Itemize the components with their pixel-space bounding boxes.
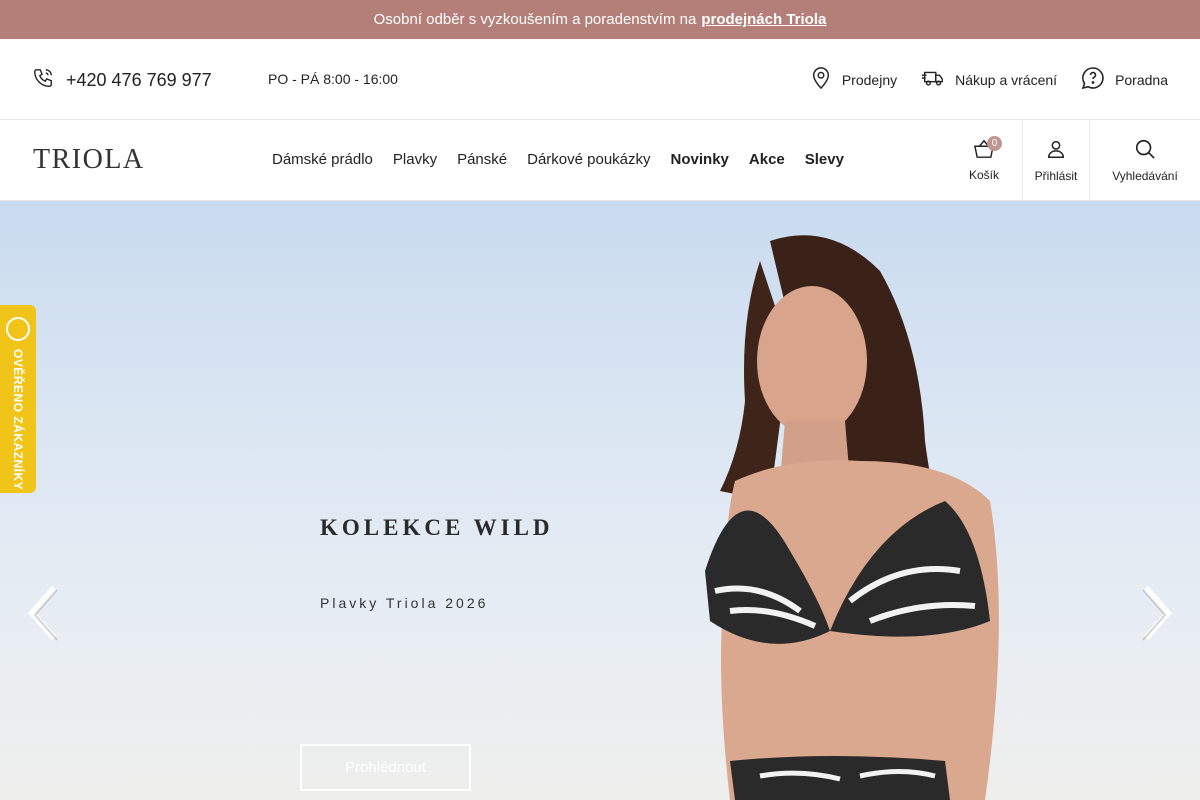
- shipping-returns-link[interactable]: Nákup a vrácení: [921, 68, 1057, 91]
- search-icon: [1134, 138, 1156, 163]
- header-actions: 0 Košík Přihlásit Vyhledávání: [956, 120, 1200, 200]
- hero-model-image: [705, 235, 999, 800]
- stores-label: Prodejny: [841, 71, 898, 88]
- menu-item-akce[interactable]: Akce: [749, 151, 785, 168]
- opening-hours: PO - PÁ 8:00 - 16:00: [268, 71, 398, 87]
- announcement-link[interactable]: prodejnách Triola: [701, 11, 826, 28]
- verified-badge-text: OVĚŘENO ZÁKAZNÍKY: [11, 349, 25, 491]
- login-label: Přihlásit: [1034, 168, 1078, 183]
- verified-seal-icon: [6, 317, 30, 341]
- phone-contact[interactable]: +420 476 769 977: [32, 67, 212, 94]
- menu-item-panske[interactable]: Pánské: [457, 151, 507, 168]
- question-bubble-icon: [1081, 66, 1105, 93]
- chevron-right-icon: [1142, 586, 1172, 641]
- main-navigation: TRIOLA Dámské prádlo Plavky Pánské Dárko…: [0, 120, 1200, 201]
- menu-item-slevy[interactable]: Slevy: [805, 151, 844, 168]
- slider-next-button[interactable]: [1136, 582, 1176, 644]
- search-button[interactable]: Vyhledávání: [1089, 120, 1200, 200]
- menu-item-darkove-poukazky[interactable]: Dárkové poukázky: [527, 151, 650, 168]
- hero-banner: KOLEKCE WILD Plavky Triola 2026 Prohlédn…: [0, 201, 1200, 800]
- hero-title: KOLEKCE WILD: [320, 515, 554, 540]
- login-button[interactable]: Přihlásit: [1022, 120, 1089, 200]
- menu-item-plavky[interactable]: Plavky: [393, 151, 437, 168]
- phone-number: +420 476 769 977: [66, 70, 212, 90]
- stores-link[interactable]: Prodejny: [810, 66, 897, 93]
- menu-item-novinky[interactable]: Novinky: [671, 151, 729, 168]
- menu-item-damske-pradlo[interactable]: Dámské prádlo: [272, 151, 373, 168]
- announcement-bar: Osobní odběr s vyzkoušením a poradenství…: [0, 0, 1200, 39]
- verified-customers-badge[interactable]: OVĚŘENO ZÁKAZNÍKY: [0, 305, 36, 493]
- category-menu: Dámské prádlo Plavky Pánské Dárkové pouk…: [272, 151, 844, 168]
- phone-icon: [32, 67, 54, 94]
- announcement-text: Osobní odběr s vyzkoušením a poradenství…: [373, 11, 697, 28]
- user-icon: [1045, 138, 1067, 163]
- shipping-returns-label: Nákup a vrácení: [955, 71, 1058, 88]
- slider-prev-button[interactable]: [24, 582, 64, 644]
- cart-button[interactable]: 0 Košík: [956, 120, 1012, 200]
- chevron-left-icon: [28, 586, 58, 641]
- advice-link[interactable]: Poradna: [1081, 66, 1168, 93]
- delivery-truck-icon: [921, 68, 945, 91]
- info-bar: +420 476 769 977 PO - PÁ 8:00 - 16:00 Pr…: [0, 39, 1200, 120]
- map-pin-icon: [810, 66, 832, 93]
- cart-count-badge: 0: [987, 136, 1002, 151]
- triola-logo[interactable]: TRIOLA: [33, 144, 145, 176]
- hero-subtitle: Plavky Triola 2026: [320, 595, 489, 611]
- hero-cta-button[interactable]: Prohlédnout: [300, 744, 471, 791]
- info-links: Prodejny Nákup a vrácení Poradna: [810, 66, 1168, 93]
- advice-label: Poradna: [1115, 71, 1168, 88]
- search-label: Vyhledávání: [1112, 168, 1178, 183]
- cart-label: Košík: [968, 167, 999, 182]
